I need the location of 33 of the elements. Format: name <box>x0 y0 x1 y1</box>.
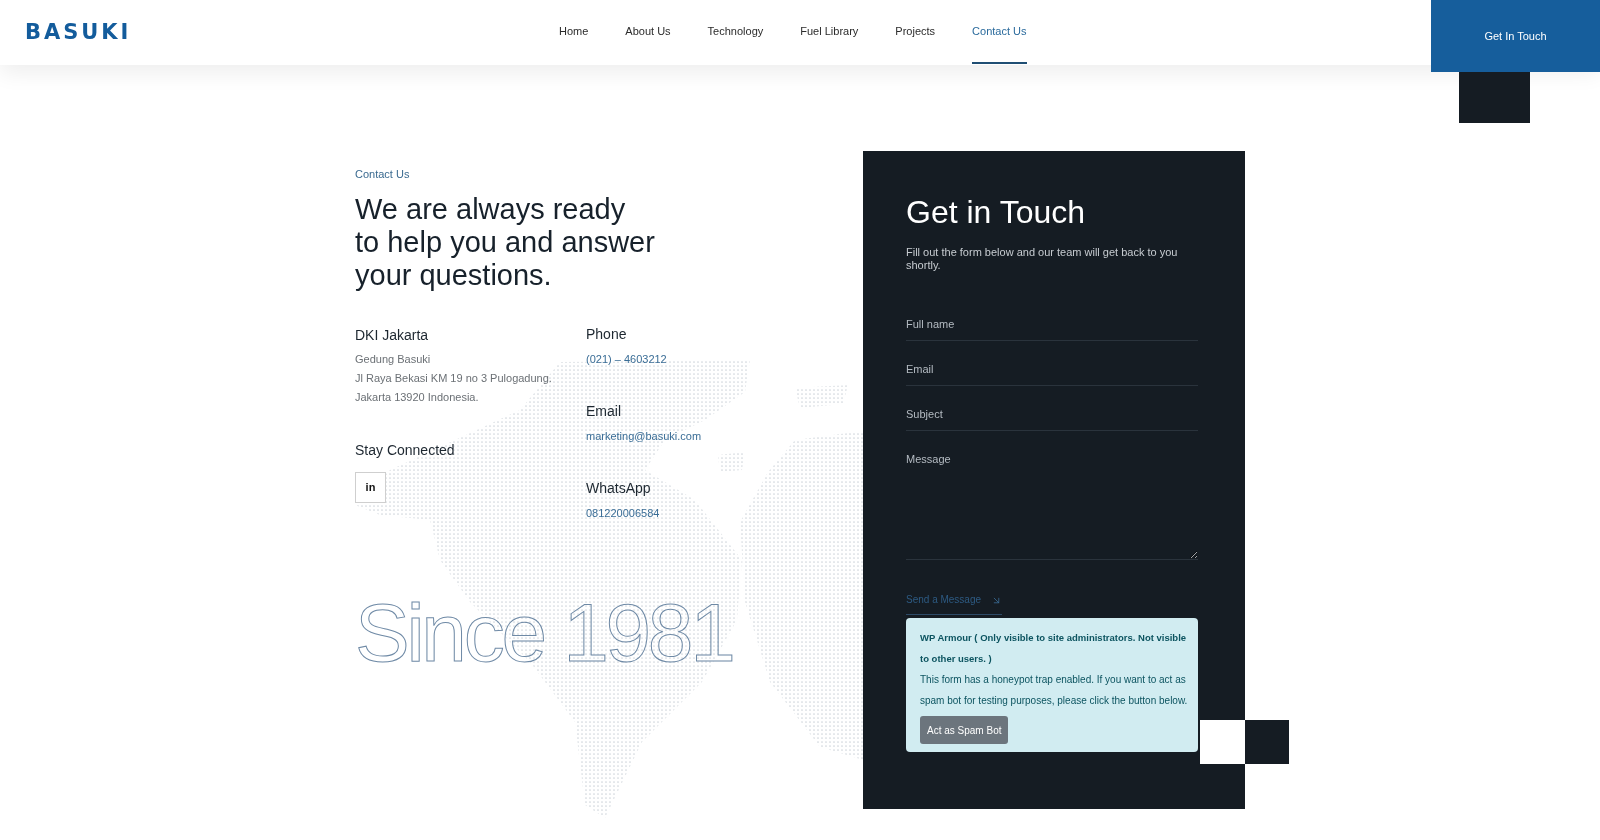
office-title: DKI Jakarta <box>355 326 430 344</box>
contact-link[interactable]: (021) – 4603212 <box>586 351 702 367</box>
social-link[interactable]: in <box>355 472 386 503</box>
nav-link[interactable]: Fuel Library <box>800 0 859 64</box>
contact-label: Phone <box>586 325 628 343</box>
nav-link[interactable]: Contact Us <box>972 0 1027 64</box>
text-input[interactable]: Email <box>906 352 1198 386</box>
cta-button[interactable]: Get In Touch <box>1431 0 1600 72</box>
square-shape <box>1459 72 1530 123</box>
form-description: Fill out the form below and our team will get back to you shortly. <box>906 246 1179 272</box>
nav-link[interactable]: Home <box>559 0 589 64</box>
section-label: Contact Us <box>355 167 411 181</box>
nav-link[interactable]: Projects <box>895 0 936 64</box>
message-textarea[interactable]: Message <box>906 442 1198 560</box>
spam-bot-button[interactable]: Act as Spam Bot <box>920 716 1009 744</box>
text-input[interactable]: Full name <box>906 307 1198 341</box>
notice-text: This form has a honeypot trap enabled. If you want to act as spam bot for testing purposes, please click the button below. <box>920 673 1189 708</box>
text-input[interactable]: Subject <box>906 397 1198 431</box>
nav-link[interactable]: About Us <box>625 0 671 64</box>
contact-link[interactable]: marketing@basuki.com <box>586 428 702 444</box>
contact-label: Email <box>586 402 622 420</box>
address-text: Gedung Basuki Jl Raya Bekasi KM 19 no 3 Pulogadung. Jakarta 13920 Indonesia. <box>355 352 553 405</box>
form-title: Get in Touch <box>906 194 1087 230</box>
notice-title: WP Armour ( Only visible to site administrators. Not visible to other users. ) <box>920 631 1188 666</box>
section-title: Stay Connected <box>355 441 456 459</box>
nav-link[interactable]: Technology <box>707 0 764 64</box>
contact-link[interactable]: 081220006584 <box>586 505 702 521</box>
square-shape <box>1200 720 1245 764</box>
tagline-outline-text: Since 1981 <box>355 592 734 674</box>
page-heading: We are always ready to help you and answer your questions. <box>355 193 656 292</box>
contact-label: WhatsApp <box>586 479 652 497</box>
square-shape <box>1245 720 1289 764</box>
logo[interactable]: BASUKI <box>25 22 132 43</box>
